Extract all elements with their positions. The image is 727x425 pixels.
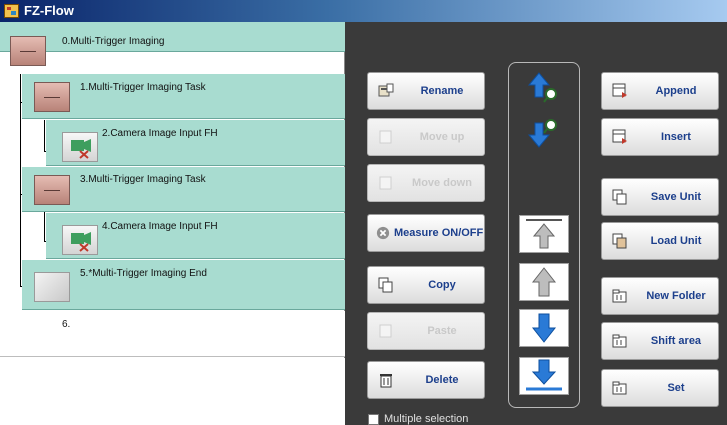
new-folder-button[interactable]: New Folder xyxy=(601,277,719,315)
flow-row-6[interactable]: 6. xyxy=(0,311,345,357)
flow-empty-area[interactable] xyxy=(0,358,345,425)
arrow-panel xyxy=(508,62,580,408)
flow-row-label: 2.Camera Image Input FH xyxy=(102,128,218,139)
load-unit-icon xyxy=(612,233,627,249)
save-unit-button[interactable]: Save Unit xyxy=(601,178,719,216)
move-down-button[interactable]: Move down xyxy=(367,164,485,202)
window-title: FZ-Flow xyxy=(24,3,74,18)
insert-icon xyxy=(612,129,627,144)
fz-flow-window: FZ-Flow 0.Multi-Trigger Imaging 1.Multi-… xyxy=(0,0,727,425)
group-unit-icon xyxy=(34,175,70,205)
move-down-one-button[interactable] xyxy=(519,309,569,347)
flow-row-label: 1.Multi-Trigger Imaging Task xyxy=(80,82,206,93)
flow-row-label: 0.Multi-Trigger Imaging xyxy=(62,36,165,47)
folder-icon xyxy=(612,334,627,348)
copy-icon xyxy=(378,277,393,293)
folder-icon xyxy=(612,381,627,395)
arrow-to-top-icon xyxy=(526,219,562,249)
folder-icon xyxy=(612,289,627,303)
flow-row-3[interactable]: 3.Multi-Trigger Imaging Task xyxy=(22,167,345,212)
flow-row-label: 3.Multi-Trigger Imaging Task xyxy=(80,174,206,185)
move-to-top-button[interactable] xyxy=(519,215,569,253)
multiple-selection-label: Multiple selection xyxy=(384,413,469,425)
camera-unit-icon xyxy=(62,132,98,162)
load-unit-button[interactable]: Load Unit xyxy=(601,222,719,260)
tree-line xyxy=(44,212,45,241)
tree-line xyxy=(44,120,45,151)
flow-row-label: 4.Camera Image Input FH xyxy=(102,221,218,232)
copy-button[interactable]: Copy xyxy=(367,266,485,304)
append-button[interactable]: Append xyxy=(601,72,719,110)
flow-row-label: 6. xyxy=(62,319,71,330)
move-up-one-button[interactable] xyxy=(519,263,569,301)
group-unit-icon xyxy=(10,36,46,66)
delete-button[interactable]: Delete xyxy=(367,361,485,399)
arrow-up-icon xyxy=(531,267,557,297)
measure-on-off-button[interactable]: Measure ON/OFF xyxy=(367,214,485,252)
move-down-icon xyxy=(379,176,392,190)
set-button[interactable]: Set xyxy=(601,369,719,407)
move-to-bottom-button[interactable] xyxy=(519,357,569,395)
move-up-button[interactable]: Move up xyxy=(367,118,485,156)
rename-icon xyxy=(378,83,394,97)
append-icon xyxy=(612,83,627,98)
group-unit-icon xyxy=(34,82,70,112)
flow-row-1[interactable]: 1.Multi-Trigger Imaging Task xyxy=(22,74,345,119)
move-down-shift-button[interactable] xyxy=(519,115,569,153)
title-bar: FZ-Flow xyxy=(0,0,727,22)
close-circle-icon xyxy=(376,226,390,240)
flow-row-label: 5.*Multi-Trigger Imaging End xyxy=(80,268,207,279)
multiple-selection-checkbox[interactable] xyxy=(368,414,379,425)
arrow-down-search-icon xyxy=(527,119,557,148)
arrow-down-icon xyxy=(531,313,557,343)
arrow-up-search-icon xyxy=(527,72,557,103)
paste-icon xyxy=(379,324,392,338)
camera-unit-icon xyxy=(62,225,98,255)
save-unit-icon xyxy=(612,189,627,205)
insert-button[interactable]: Insert xyxy=(601,118,719,156)
move-up-shift-button[interactable] xyxy=(519,69,569,107)
move-up-icon xyxy=(379,130,392,144)
flow-row-4[interactable]: 4.Camera Image Input FH xyxy=(46,213,345,259)
rename-button[interactable]: Rename xyxy=(367,72,485,110)
paste-button[interactable]: Paste xyxy=(367,312,485,350)
flow-panel: 0.Multi-Trigger Imaging 1.Multi-Trigger … xyxy=(0,22,345,425)
flow-row-5[interactable]: 5.*Multi-Trigger Imaging End xyxy=(22,260,345,310)
shift-area-button[interactable]: Shift area xyxy=(601,322,719,360)
tree-line xyxy=(20,74,21,286)
flow-row-2[interactable]: 2.Camera Image Input FH xyxy=(46,120,345,166)
arrow-to-bottom-icon xyxy=(526,359,562,391)
trash-icon xyxy=(380,374,392,388)
end-unit-icon xyxy=(34,272,70,302)
flow-row-0[interactable]: 0.Multi-Trigger Imaging xyxy=(0,22,345,66)
app-icon xyxy=(4,4,19,18)
